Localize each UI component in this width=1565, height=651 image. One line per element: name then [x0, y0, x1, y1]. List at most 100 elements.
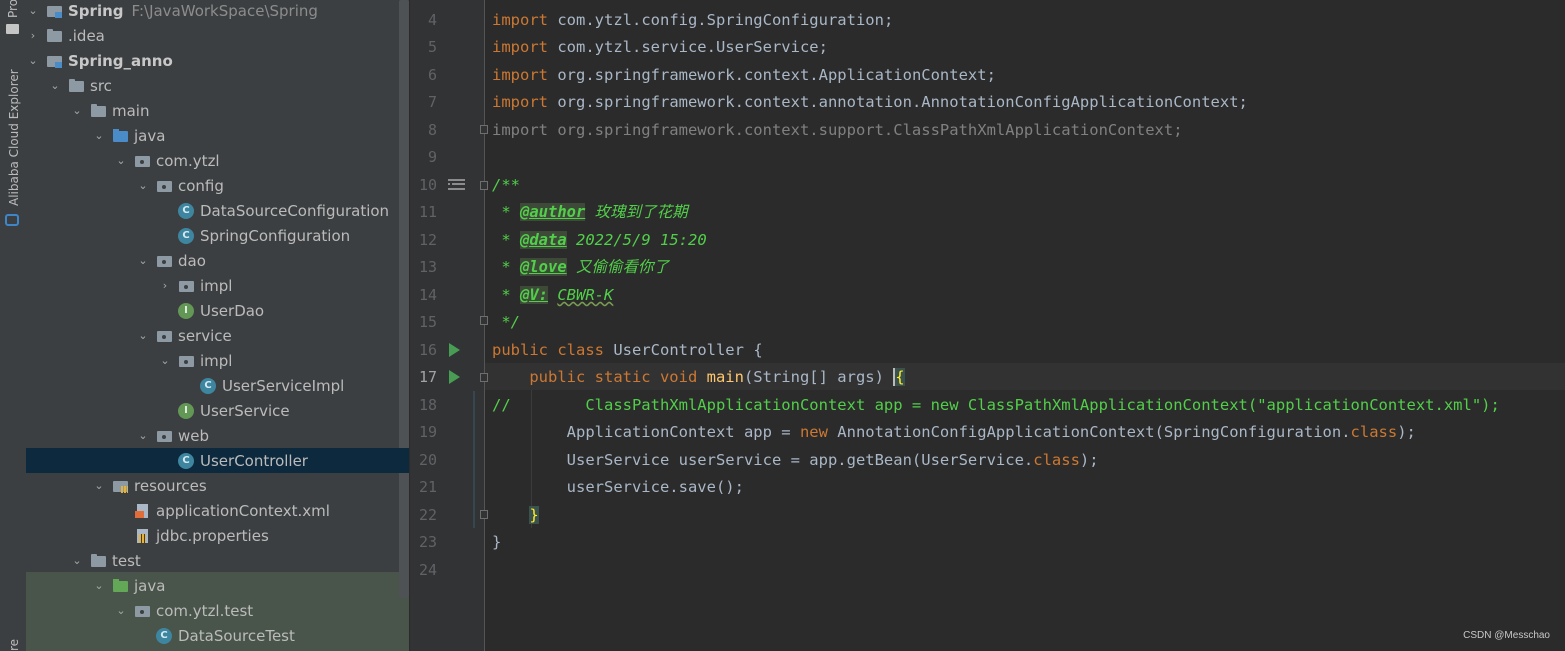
tree-node-datasource-test[interactable]: C DataSourceTest [26, 623, 409, 648]
tree-node-test-package[interactable]: ⌄ com.ytzl.test [26, 598, 409, 623]
run-class-icon[interactable] [449, 343, 460, 357]
line-number: 20 [418, 451, 437, 469]
tree-node-idea[interactable]: › .idea [26, 23, 399, 48]
tree-node-package[interactable]: ⌄ com.ytzl [26, 148, 409, 173]
vcs-change-marker[interactable] [473, 391, 475, 528]
tree-node-root[interactable]: ⌄ Spring F:\JavaWorkSpace\Spring [26, 0, 399, 23]
chevron-down-icon[interactable]: ⌄ [70, 104, 84, 118]
tool-window-stripe: Pro Alibaba Cloud Explorer re [0, 0, 27, 651]
tree-node-service[interactable]: ⌄ service [26, 323, 409, 348]
tree-node-main[interactable]: ⌄ main [26, 98, 409, 123]
alibaba-cloud-icon[interactable] [5, 214, 19, 226]
tree-node-application-context-xml[interactable]: applicationContext.xml [26, 498, 409, 523]
tree-node-label: test [112, 551, 141, 570]
chevron-down-icon[interactable]: ⌄ [26, 4, 40, 18]
watermark: CSDN @Messchao [1463, 630, 1550, 641]
project-folder-icon[interactable] [6, 24, 19, 34]
code-line-14[interactable]: * @V: CBWR-K [492, 282, 613, 309]
code-line-13[interactable]: * @love 又偷偷看你了 [492, 254, 669, 281]
code-line-23[interactable]: } [492, 529, 501, 556]
code-line-6[interactable]: import org.springframework.context.Appli… [492, 62, 996, 89]
tree-node-jdbc-properties[interactable]: jdbc.properties [26, 523, 409, 548]
chevron-down-icon[interactable]: ⌄ [92, 129, 106, 143]
render-doc-icon[interactable] [448, 179, 465, 190]
line-number: 16 [418, 341, 437, 359]
project-tool-tab[interactable]: Pro [6, 0, 20, 18]
tree-node-user-dao[interactable]: I UserDao [26, 298, 409, 323]
tree-node-dao[interactable]: ⌄ dao [26, 248, 409, 273]
code-line-21[interactable]: userService.save(); [492, 474, 744, 501]
tree-node-spring-configuration[interactable]: C SpringConfiguration [26, 223, 409, 248]
tree-node-label: UserDao [200, 301, 265, 320]
tree-node-label: java [134, 126, 166, 145]
package-icon [156, 328, 172, 344]
tree-node-config[interactable]: ⌄ config [26, 173, 409, 198]
run-main-icon[interactable] [449, 370, 460, 384]
code-line-15[interactable]: */ [492, 309, 520, 336]
chevron-down-icon[interactable]: ⌄ [48, 79, 62, 93]
code-line-12[interactable]: * @data 2022/5/9 15:20 [492, 227, 707, 254]
code-line-18[interactable]: // ClassPathXmlApplicationContext app = … [492, 392, 1500, 419]
folder-icon [46, 28, 62, 44]
tree-node-java[interactable]: ⌄ java [26, 123, 409, 148]
tree-node-web[interactable]: ⌄ web [26, 423, 409, 448]
line-number: 4 [427, 11, 437, 29]
code-line-19[interactable]: ApplicationContext app = new AnnotationC… [492, 419, 1416, 446]
code-line-10[interactable]: /** [492, 172, 520, 199]
code-line-11[interactable]: * @author 玫瑰到了花期 [492, 199, 688, 226]
code-editor[interactable]: 4 5 6 7 8 9 10 11 12 13 14 15 16 17 18 1… [410, 0, 1565, 651]
code-line-4[interactable]: import com.ytzl.config.SpringConfigurati… [492, 7, 893, 34]
chevron-down-icon[interactable]: ⌄ [114, 154, 128, 168]
code-line-17[interactable]: public static void main(String[] args) { [492, 364, 905, 391]
chevron-down-icon[interactable]: ⌄ [114, 604, 128, 618]
tree-node-user-service[interactable]: I UserService [26, 398, 409, 423]
code-line-8[interactable]: import org.springframework.context.suppo… [492, 117, 1183, 144]
fold-marker-icon[interactable] [480, 125, 488, 134]
fold-marker-icon[interactable] [480, 181, 488, 190]
fold-marker-icon[interactable] [480, 316, 488, 325]
chevron-down-icon[interactable]: ⌄ [136, 329, 150, 343]
code-line-5[interactable]: import com.ytzl.service.UserService; [492, 34, 828, 61]
chevron-down-icon[interactable]: ⌄ [136, 179, 150, 193]
chevron-down-icon[interactable]: ⌄ [158, 354, 172, 368]
tree-node-label: com.ytzl.test [156, 601, 254, 620]
tree-node-user-service-impl[interactable]: C UserServiceImpl [26, 373, 409, 398]
tree-node-dao-impl[interactable]: › impl [26, 273, 409, 298]
chevron-down-icon[interactable]: ⌄ [136, 254, 150, 268]
tree-node-label: config [178, 176, 224, 195]
chevron-right-icon[interactable]: › [26, 29, 40, 43]
chevron-down-icon[interactable]: ⌄ [70, 554, 84, 568]
package-icon [156, 178, 172, 194]
package-icon [178, 353, 194, 369]
fold-marker-icon[interactable] [480, 373, 488, 382]
fold-marker-icon[interactable] [480, 510, 488, 519]
code-line-16[interactable]: public class UserController { [492, 337, 763, 364]
tree-node-service-impl[interactable]: ⌄ impl [26, 348, 409, 373]
chevron-right-icon[interactable]: › [158, 279, 172, 293]
alibaba-cloud-explorer-tab[interactable]: Alibaba Cloud Explorer [7, 69, 21, 206]
package-icon [134, 603, 150, 619]
tree-node-user-controller[interactable]: C UserController [26, 448, 409, 473]
code-line-7[interactable]: import org.springframework.context.annot… [492, 89, 1248, 116]
chevron-down-icon[interactable]: ⌄ [136, 429, 150, 443]
chevron-down-icon[interactable]: ⌄ [92, 579, 106, 593]
tree-node-label: Spring [68, 1, 124, 20]
tree-node-label: impl [200, 276, 233, 295]
line-number: 23 [418, 533, 437, 551]
code-line-22[interactable]: } [492, 502, 539, 529]
chevron-down-icon[interactable]: ⌄ [26, 54, 40, 68]
tree-node-label: java [134, 576, 166, 595]
chevron-down-icon[interactable]: ⌄ [92, 479, 106, 493]
tree-node-test[interactable]: ⌄ test [26, 548, 409, 573]
tree-node-module[interactable]: ⌄ Spring_anno [26, 48, 399, 73]
tree-node-test-java[interactable]: ⌄ java [26, 573, 409, 598]
tree-node-resources[interactable]: ⌄ resources [26, 473, 409, 498]
tree-node-label: resources [134, 476, 207, 495]
tree-node-datasource-configuration[interactable]: C DataSourceConfiguration [26, 198, 409, 223]
code-line-20[interactable]: UserService userService = app.getBean(Us… [492, 447, 1099, 474]
tree-node-label: UserService [200, 401, 290, 420]
line-number: 8 [427, 121, 437, 139]
tree-node-src[interactable]: ⌄ src [26, 73, 409, 98]
bottom-tool-tab[interactable]: re [7, 639, 21, 651]
tree-node-label: service [178, 326, 232, 345]
